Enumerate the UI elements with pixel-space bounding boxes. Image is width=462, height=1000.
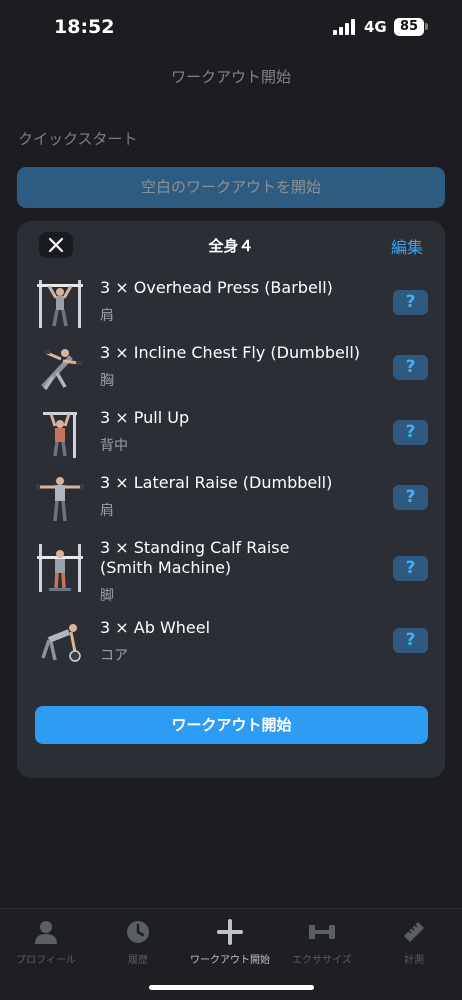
- exercise-muscle: 胸: [100, 373, 114, 389]
- tab-start-workout[interactable]: ワークアウト開始: [184, 919, 276, 966]
- exercise-help-button[interactable]: ?: [393, 628, 428, 653]
- tab-history[interactable]: 履歴: [92, 919, 184, 966]
- start-workout-button[interactable]: ワークアウト開始: [35, 706, 428, 744]
- person-icon: [35, 921, 57, 944]
- exercise-muscle: コア: [100, 648, 128, 664]
- exercise-muscle: 脚: [100, 588, 114, 604]
- tab-label: ワークアウト開始: [190, 955, 270, 966]
- exercise-name: 3 × Lateral Raise (Dumbbell): [100, 473, 333, 492]
- clock-icon: [127, 921, 149, 943]
- exercise-name: 3 × Incline Chest Fly (Dumbbell): [100, 343, 361, 362]
- tab-label: プロフィール: [16, 955, 76, 966]
- exercise-name-line-2: (Smith Machine): [100, 558, 232, 577]
- exercise-name: 3 × Standing Calf Raise (Smith Machine): [100, 538, 390, 578]
- home-indicator: [149, 985, 314, 990]
- lateral-raise-figure-icon: [36, 477, 84, 522]
- edit-button[interactable]: 編集: [391, 234, 423, 258]
- exercise-name-line-1: 3 × Standing Calf Raise: [100, 538, 290, 557]
- dumbbell-icon: [309, 925, 335, 939]
- overhead-press-figure-icon: [37, 280, 83, 328]
- exercise-muscle: 背中: [100, 438, 128, 454]
- exercise-help-button[interactable]: ?: [393, 420, 428, 445]
- modal-title: 全身４: [208, 237, 254, 255]
- network-label: 4G: [364, 18, 387, 36]
- tab-profile[interactable]: プロフィール: [0, 919, 92, 966]
- exercise-row[interactable]: 3 × Incline Chest Fly (Dumbbell) 胸 ?: [17, 343, 445, 395]
- signal-icon: [333, 19, 357, 35]
- status-bar: 18:52 4G 85: [0, 0, 462, 56]
- exercise-name: 3 × Overhead Press (Barbell): [100, 278, 333, 297]
- page-title: ワークアウト開始: [170, 68, 291, 86]
- tab-label: エクササイズ: [292, 955, 352, 966]
- routine-preview-modal: 全身４ 編集 3 × Overhead Press (Barbell) 肩 ? …: [17, 221, 445, 778]
- ruler-icon: [404, 922, 424, 942]
- quick-start-heading: クイックスタート: [18, 130, 138, 148]
- exercise-row[interactable]: 3 × Lateral Raise (Dumbbell) 肩 ?: [17, 473, 445, 525]
- exercise-muscle: 肩: [100, 503, 114, 519]
- tab-exercises[interactable]: エクササイズ: [276, 919, 368, 966]
- tab-label: 履歴: [128, 955, 148, 966]
- start-empty-workout-button[interactable]: 空白のワークアウトを開始: [17, 167, 445, 208]
- exercise-name: 3 × Pull Up: [100, 408, 190, 427]
- exercise-row[interactable]: 3 × Standing Calf Raise (Smith Machine) …: [17, 538, 445, 604]
- pull-up-figure-icon: [43, 412, 77, 458]
- calf-raise-figure-icon: [37, 544, 83, 592]
- ab-wheel-figure-icon: [41, 624, 81, 662]
- battery-icon: 85: [394, 18, 424, 36]
- exercise-help-button[interactable]: ?: [393, 556, 428, 581]
- tab-measure[interactable]: 計測: [368, 919, 460, 966]
- plus-icon: [217, 919, 243, 945]
- exercise-row[interactable]: 3 × Overhead Press (Barbell) 肩 ?: [17, 278, 445, 330]
- exercise-row[interactable]: 3 × Pull Up 背中 ?: [17, 408, 445, 460]
- exercise-muscle: 肩: [100, 308, 114, 324]
- incline-chest-fly-figure-icon: [41, 349, 82, 390]
- exercise-name: 3 × Ab Wheel: [100, 618, 211, 637]
- exercise-help-button[interactable]: ?: [393, 485, 428, 510]
- status-time: 18:52: [54, 16, 115, 38]
- exercise-row[interactable]: 3 × Ab Wheel コア ?: [17, 618, 445, 670]
- tab-label: 計測: [404, 955, 424, 966]
- exercise-help-button[interactable]: ?: [393, 355, 428, 380]
- battery-cap: [425, 23, 428, 30]
- exercise-help-button[interactable]: ?: [393, 290, 428, 315]
